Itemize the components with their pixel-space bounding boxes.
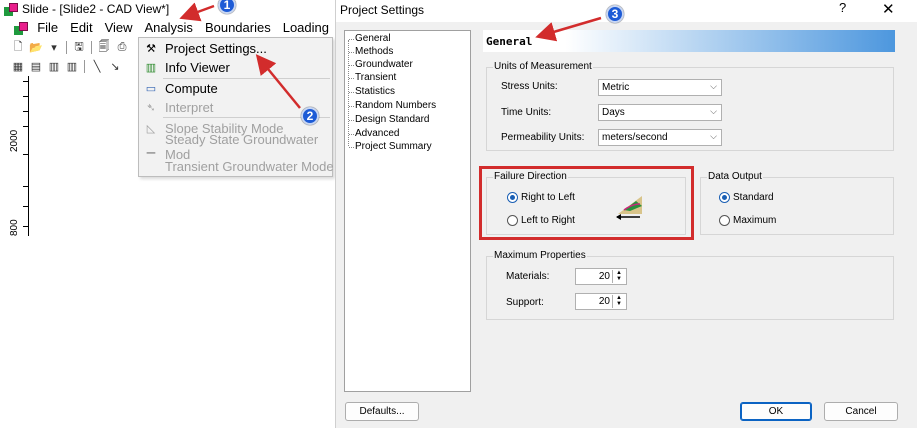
step-badge-3: 3 [606, 5, 624, 23]
step-badge-2: 2 [301, 107, 319, 125]
arrow-3 [535, 16, 602, 42]
arrow-1 [179, 2, 215, 22]
annotation-arrows [179, 2, 602, 109]
arrow-2 [255, 54, 301, 109]
